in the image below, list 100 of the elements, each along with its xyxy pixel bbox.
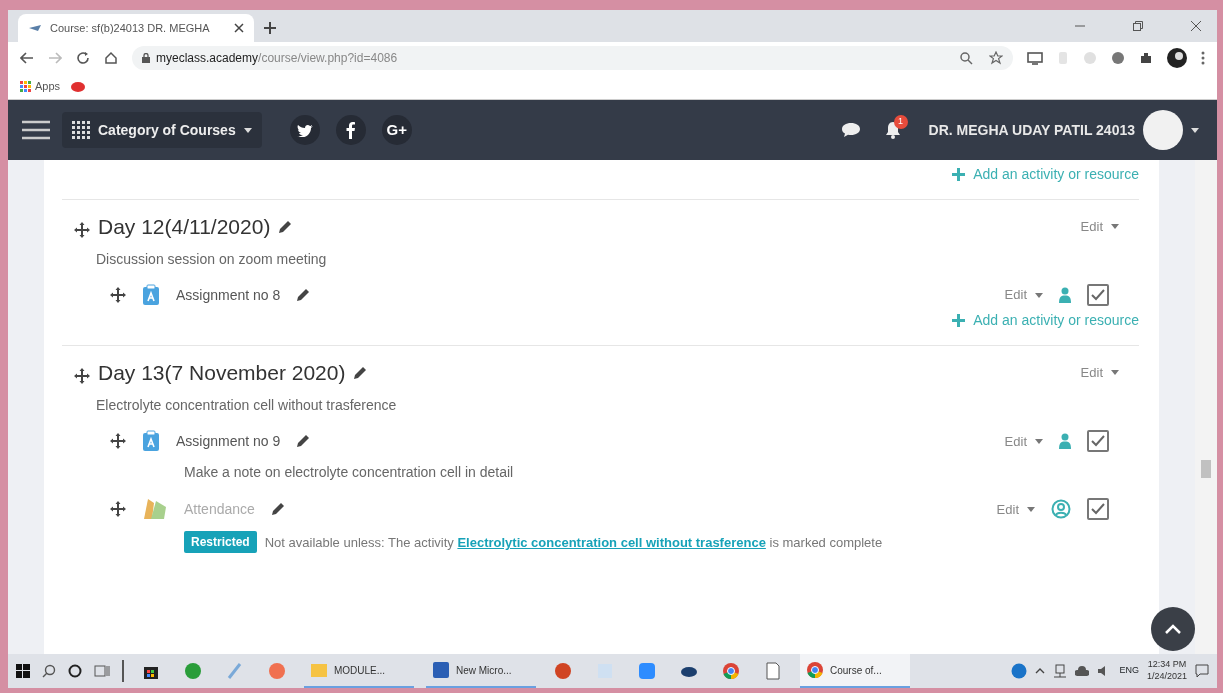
edit-menu[interactable]: Edit xyxy=(1080,216,1119,237)
taskbar-item[interactable]: MODULE... xyxy=(304,654,414,688)
twitter-button[interactable] xyxy=(289,115,320,145)
move-icon[interactable] xyxy=(110,501,126,518)
clipboard-icon xyxy=(142,284,160,307)
bird-icon xyxy=(296,123,313,137)
taskbar-clock[interactable]: 12:34 PM 1/24/2021 xyxy=(1146,659,1187,683)
reload-icon[interactable] xyxy=(76,51,90,65)
restricted-badge: Restricted xyxy=(184,531,257,554)
edit-menu[interactable]: Edit xyxy=(1004,431,1043,452)
grid-icon xyxy=(72,121,90,139)
notification-icon[interactable] xyxy=(1195,664,1209,678)
help-icon[interactable] xyxy=(1011,663,1028,679)
close-icon[interactable] xyxy=(234,23,244,33)
browser-icon xyxy=(722,662,740,680)
edit-menu[interactable]: Edit xyxy=(1004,285,1043,305)
letter-f-icon xyxy=(346,121,356,139)
caret-icon xyxy=(243,127,252,133)
address-bar[interactable]: myeclass.academy/course/view.php?id=4086 xyxy=(132,46,1013,70)
edit-menu[interactable]: Edit xyxy=(996,499,1035,520)
plus-icon xyxy=(952,168,966,181)
scrollbar-thumb[interactable] xyxy=(1201,460,1211,478)
move-icon[interactable] xyxy=(74,367,90,384)
section-summary: Discussion session on zoom meeting xyxy=(95,250,328,270)
folder-icon xyxy=(310,661,328,679)
user-circle-icon[interactable] xyxy=(1051,499,1071,520)
check-icon xyxy=(1091,503,1105,516)
profile-icon[interactable] xyxy=(1167,48,1187,68)
plus-icon xyxy=(952,314,966,328)
pencil-icon[interactable] xyxy=(296,434,311,449)
extension-icon[interactable] xyxy=(1111,51,1125,65)
activity-link[interactable]: Assignment no 8 xyxy=(176,284,281,306)
bookmark-icon[interactable] xyxy=(70,80,87,93)
caret-icon xyxy=(1111,370,1119,376)
browser-tab[interactable]: Course: sf(b)24013 DR. MEGHA xyxy=(18,14,254,42)
windows-icon[interactable] xyxy=(16,664,30,678)
section-title: Day 13(7 November 2020) xyxy=(98,360,346,386)
close-icon[interactable] xyxy=(1191,21,1201,31)
people-icon xyxy=(142,497,168,522)
pencil-icon[interactable] xyxy=(270,502,285,517)
caret-icon xyxy=(1035,438,1043,444)
circle-icon[interactable] xyxy=(68,664,82,678)
move-icon[interactable] xyxy=(74,221,90,238)
pencil-icon[interactable] xyxy=(353,365,368,380)
completion-checkbox[interactable] xyxy=(1087,284,1109,307)
pen-icon xyxy=(226,662,244,680)
plus-icon[interactable] xyxy=(264,22,276,34)
network-icon[interactable] xyxy=(1053,664,1068,678)
caret-icon xyxy=(1111,224,1119,230)
taskbar-item[interactable]: Course of... xyxy=(800,654,910,688)
presentation-icon xyxy=(554,662,572,680)
language-indicator[interactable]: ENG xyxy=(1119,664,1139,678)
search-icon[interactable] xyxy=(42,664,56,678)
pencil-icon[interactable] xyxy=(296,288,311,303)
move-icon[interactable] xyxy=(110,287,126,304)
monitor-icon[interactable] xyxy=(1027,51,1043,65)
taskbar-item[interactable]: New Micro... xyxy=(426,654,536,688)
section-summary: Electrolyte concentration cell without trasference xyxy=(95,396,398,416)
avatar xyxy=(1143,110,1183,150)
activity-link[interactable]: Assignment no 9 xyxy=(176,430,281,452)
chat-icon[interactable] xyxy=(840,122,861,138)
category-dropdown[interactable]: Category of Courses xyxy=(62,112,262,148)
person-icon[interactable] xyxy=(1059,433,1071,450)
section-title: Day 12(4/11/2020) xyxy=(98,214,271,240)
kebab-menu-icon[interactable] xyxy=(1201,51,1205,65)
file-icon xyxy=(764,662,782,680)
back-icon[interactable] xyxy=(20,52,34,64)
star-icon[interactable] xyxy=(989,51,1003,65)
completion-checkbox[interactable] xyxy=(1087,430,1109,453)
site-icon xyxy=(28,23,42,33)
caret-icon xyxy=(1027,506,1035,512)
menu-icon[interactable] xyxy=(22,119,50,141)
clipboard-icon xyxy=(142,430,160,453)
caret-icon xyxy=(1191,127,1199,133)
google-plus-button[interactable]: G+ xyxy=(381,115,412,145)
move-icon[interactable] xyxy=(110,433,126,450)
person-icon[interactable] xyxy=(1059,287,1071,304)
app-icon xyxy=(184,662,202,680)
browser-icon xyxy=(806,661,824,679)
grid-icon xyxy=(20,81,31,92)
activity-description: Make a note on electrolyte concentration cell in detail xyxy=(183,463,515,483)
completion-checkbox[interactable] xyxy=(1087,498,1109,521)
chevron-up-icon xyxy=(1165,624,1181,634)
restore-icon[interactable] xyxy=(1133,21,1143,31)
user-menu[interactable]: DR. MEGHA UDAY PATIL 24013 xyxy=(924,110,1203,150)
puzzle-icon[interactable] xyxy=(1139,51,1153,65)
facebook-button[interactable] xyxy=(335,115,366,145)
restriction-text: Not available unless: The activity Electrolytic concentration cell without trasference is marked complete xyxy=(264,533,883,552)
zoom-icon[interactable] xyxy=(960,51,973,65)
pencil-icon[interactable] xyxy=(278,219,293,234)
check-icon xyxy=(1091,289,1105,302)
camera-icon xyxy=(638,662,656,680)
caret-icon xyxy=(1035,292,1043,298)
app-icon xyxy=(268,662,286,680)
home-icon[interactable] xyxy=(104,51,118,65)
bookmark-link[interactable]: Apps xyxy=(20,78,61,95)
lock-icon xyxy=(142,53,150,63)
chevron-up-icon[interactable] xyxy=(1035,668,1046,674)
document-icon xyxy=(432,661,450,679)
edit-menu[interactable]: Edit xyxy=(1080,363,1119,383)
